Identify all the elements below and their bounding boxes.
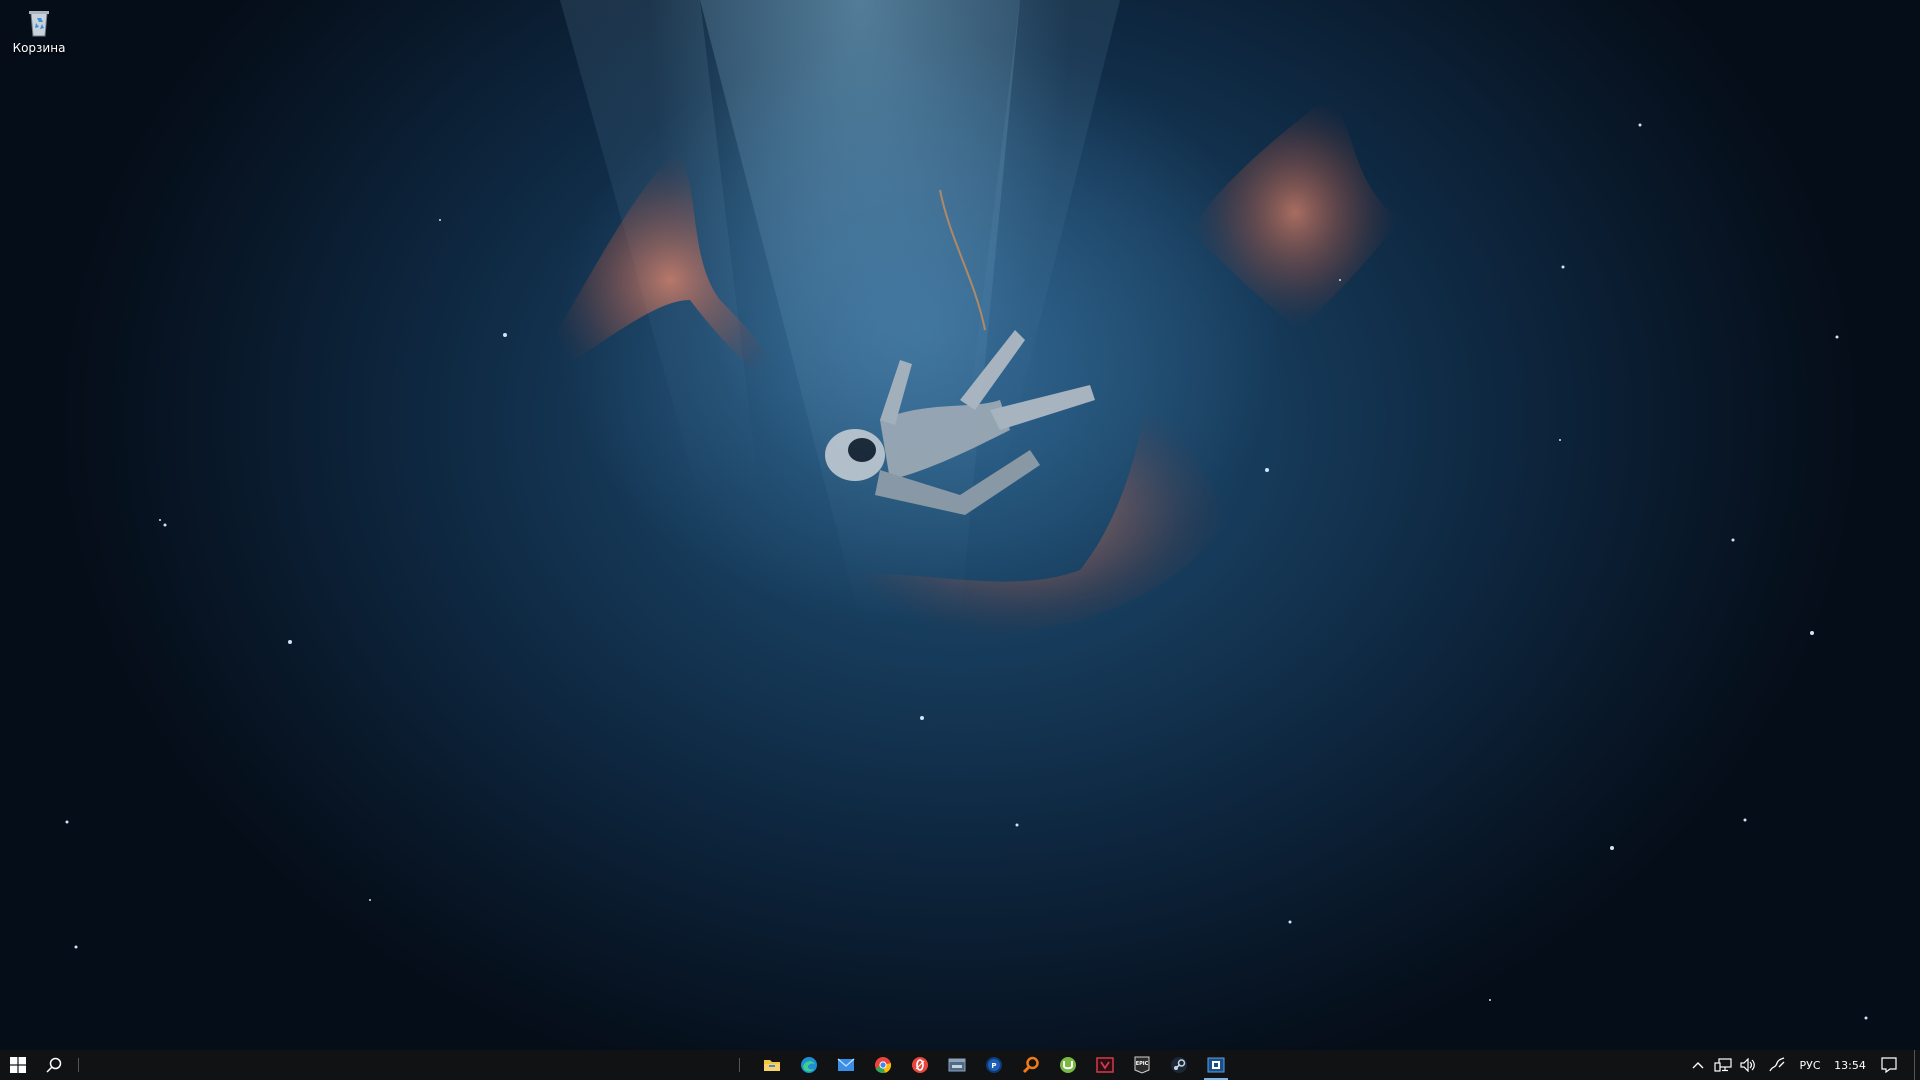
taskbar-separator: [739, 1058, 740, 1072]
taskbar-app-steam[interactable]: [1161, 1050, 1197, 1080]
notification-icon: [1881, 1057, 1897, 1073]
taskbar-app-search-tool[interactable]: [1013, 1050, 1049, 1080]
active-app-icon: [1207, 1057, 1225, 1073]
network-icon: [1714, 1058, 1732, 1072]
taskbar-app-edge[interactable]: [791, 1050, 827, 1080]
start-button[interactable]: [0, 1050, 36, 1080]
taskbar-app-vegas[interactable]: [1087, 1050, 1123, 1080]
window-app-icon: [948, 1058, 966, 1072]
tray-clock-button[interactable]: 13:54: [1830, 1050, 1870, 1080]
taskbar-app-mail[interactable]: [828, 1050, 864, 1080]
chrome-icon: [875, 1057, 892, 1074]
pen-icon: [1769, 1057, 1785, 1072]
utorrent-icon: [1060, 1057, 1076, 1073]
tray-language-button[interactable]: РУС: [1794, 1050, 1826, 1080]
taskbar-app-chrome[interactable]: [865, 1050, 901, 1080]
taskbar-app-active[interactable]: [1198, 1050, 1234, 1080]
desktop-icon-recycle-bin[interactable]: Корзина: [10, 8, 68, 55]
desktop-icon-label: Корзина: [12, 41, 66, 55]
taskbar-app-opera-gx[interactable]: [902, 1050, 938, 1080]
taskbar-separator: [78, 1058, 79, 1072]
tray-network-button[interactable]: [1710, 1050, 1736, 1080]
file-explorer-icon: [764, 1060, 780, 1071]
mail-icon: [837, 1058, 855, 1071]
edge-icon: [801, 1057, 817, 1073]
vegas-app-icon: [1096, 1057, 1114, 1073]
search-button[interactable]: [36, 1050, 72, 1080]
taskbar-app-epic-games[interactable]: EPIC: [1124, 1050, 1160, 1080]
taskbar-app-ps[interactable]: P: [976, 1050, 1012, 1080]
tray-volume-button[interactable]: [1736, 1050, 1760, 1080]
taskbar-app-window[interactable]: [939, 1050, 975, 1080]
svg-text:EPIC: EPIC: [1136, 1061, 1149, 1067]
steam-icon: [1171, 1057, 1187, 1073]
wallpaper-image: [65, 0, 1868, 1020]
chevron-up-icon: [1692, 1062, 1704, 1069]
tray-clock-label: 13:54: [1834, 1058, 1866, 1072]
desktop: Корзина: [0, 0, 1920, 1050]
taskbar-app-utorrent[interactable]: [1050, 1050, 1086, 1080]
tray-notification-button[interactable]: [1874, 1050, 1904, 1080]
search-app-icon: [1022, 1056, 1039, 1074]
search-icon: [46, 1057, 62, 1073]
tray-show-hidden-button[interactable]: [1686, 1050, 1710, 1080]
opera-gx-icon: [912, 1057, 928, 1073]
tray-pen-button[interactable]: [1764, 1050, 1790, 1080]
windows-start-icon: [10, 1057, 26, 1073]
recycle-bin-icon: [29, 11, 49, 37]
show-desktop-button[interactable]: [1914, 1050, 1920, 1080]
taskbar-app-file-explorer[interactable]: [754, 1050, 790, 1080]
tray-language-label: РУС: [1799, 1058, 1821, 1072]
volume-icon: [1740, 1058, 1755, 1072]
ps-app-icon: P: [986, 1057, 1002, 1073]
epic-games-icon: EPIC: [1134, 1056, 1150, 1074]
svg-text:P: P: [991, 1062, 996, 1070]
taskbar: P EPIC РУС 13:54: [0, 1050, 1920, 1080]
